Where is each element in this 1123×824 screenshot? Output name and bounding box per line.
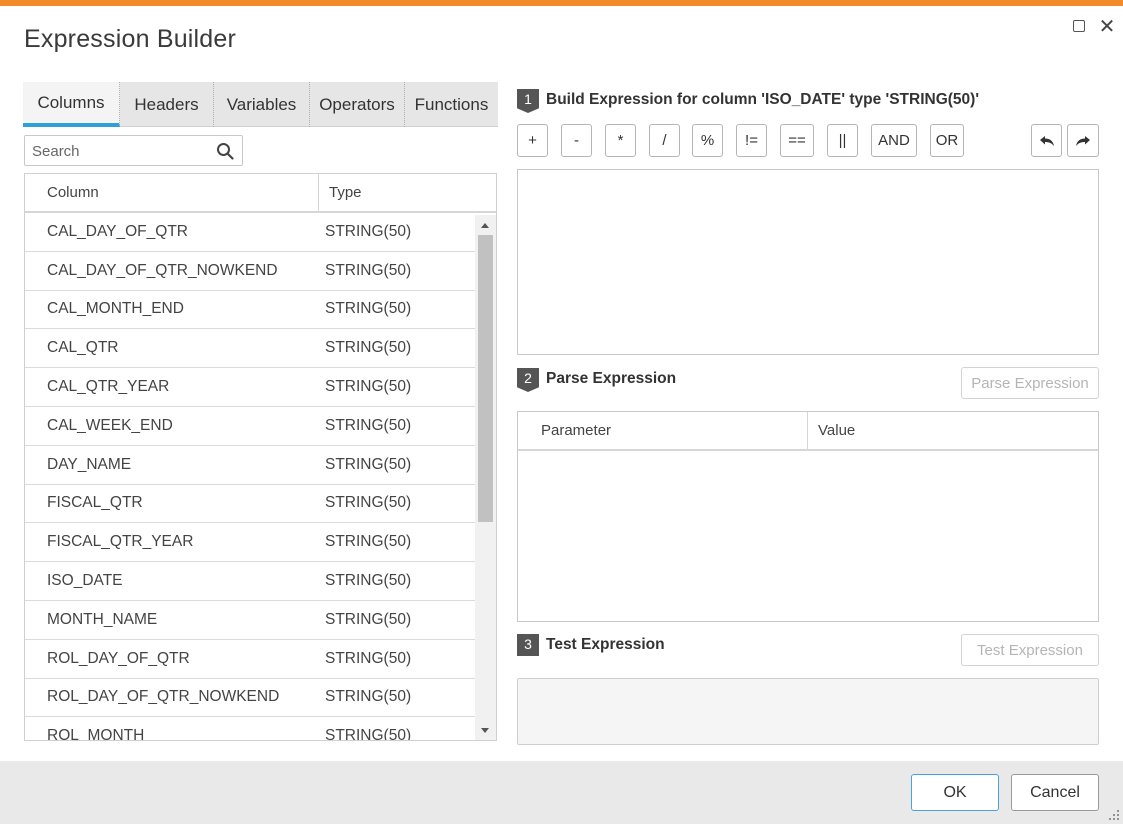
- search-icon[interactable]: [216, 142, 234, 160]
- column-name-cell: ROL_DAY_OF_QTR_NOWKEND: [47, 688, 280, 706]
- column-name-cell: DAY_NAME: [47, 455, 132, 473]
- column-header[interactable]: Column: [25, 174, 319, 211]
- step-2-label: Parse Expression: [546, 370, 677, 387]
- table-row[interactable]: ISO_DATE STRING(50): [25, 562, 476, 601]
- tab-variables[interactable]: Variables: [214, 82, 310, 127]
- column-name-cell: ISO_DATE: [47, 572, 123, 590]
- operator-concat-button[interactable]: ||: [827, 124, 858, 157]
- column-name-cell: CAL_MONTH_END: [47, 300, 184, 318]
- close-button[interactable]: ✕: [1098, 16, 1116, 38]
- column-name-cell: FISCAL_QTR: [47, 494, 143, 512]
- operator-plus-button[interactable]: +: [517, 124, 548, 157]
- maximize-button[interactable]: [1070, 17, 1088, 35]
- table-row[interactable]: CAL_MONTH_END STRING(50): [25, 291, 476, 330]
- operator-and-button[interactable]: AND: [871, 124, 917, 157]
- table-row[interactable]: ROL_DAY_OF_QTR STRING(50): [25, 640, 476, 679]
- undo-icon: [1039, 135, 1054, 146]
- search-input[interactable]: [32, 141, 212, 161]
- operator-divide-button[interactable]: /: [649, 124, 680, 157]
- grid-rows: CAL_DAY_OF_QTR STRING(50) CAL_DAY_OF_QTR_N…: [25, 213, 476, 741]
- column-type-cell: STRING(50): [325, 455, 412, 473]
- column-type-cell: STRING(50): [325, 533, 412, 551]
- column-type-cell: STRING(50): [325, 261, 412, 279]
- step-1-badge: 1: [517, 89, 539, 113]
- column-name-cell: ROL_DAY_OF_QTR: [47, 649, 190, 667]
- table-row[interactable]: ROL_MONTH STRING(50): [25, 717, 476, 741]
- grid-scrollbar[interactable]: [475, 215, 496, 740]
- column-type-cell: STRING(50): [325, 494, 412, 512]
- expression-editor[interactable]: [517, 169, 1099, 355]
- column-name-cell: CAL_DAY_OF_QTR_NOWKEND: [47, 261, 278, 279]
- left-tab-bar: Columns Headers Variables Operators Func…: [23, 82, 498, 127]
- table-row[interactable]: FISCAL_QTR_YEAR STRING(50): [25, 523, 476, 563]
- redo-button[interactable]: [1067, 124, 1099, 157]
- tab-functions[interactable]: Functions: [405, 82, 498, 127]
- tab-operators[interactable]: Operators: [310, 82, 405, 127]
- step-1-label: Build Expression for column 'ISO_DATE' t…: [546, 91, 980, 108]
- column-type-cell: STRING(50): [325, 688, 412, 706]
- table-row[interactable]: CAL_WEEK_END STRING(50): [25, 407, 476, 446]
- column-type-cell: STRING(50): [325, 649, 412, 667]
- parameter-grid: Parameter Value: [517, 411, 1099, 622]
- table-row[interactable]: ROL_DAY_OF_QTR_NOWKEND STRING(50): [25, 679, 476, 718]
- table-row[interactable]: DAY_NAME STRING(50): [25, 446, 476, 485]
- column-type-cell: STRING(50): [325, 416, 412, 434]
- table-row[interactable]: CAL_QTR_YEAR STRING(50): [25, 368, 476, 407]
- maximize-icon: [1073, 20, 1085, 32]
- test-result-area: [517, 678, 1099, 745]
- column-type-cell: STRING(50): [325, 727, 412, 741]
- parameter-header[interactable]: Parameter: [518, 412, 808, 449]
- columns-grid: Column Type CAL_DAY_OF_QTR STRING(50) CAL_…: [24, 173, 497, 741]
- close-icon: ✕: [1098, 15, 1116, 38]
- parse-expression-button[interactable]: Parse Expression: [961, 367, 1099, 399]
- ok-button[interactable]: OK: [911, 774, 999, 811]
- column-name-cell: ROL_MONTH: [47, 727, 145, 741]
- column-search: [24, 135, 243, 166]
- table-row[interactable]: CAL_DAY_OF_QTR_NOWKEND STRING(50): [25, 252, 476, 291]
- dialog-footer: OK Cancel: [0, 761, 1123, 824]
- column-type-cell: STRING(50): [325, 610, 412, 628]
- column-name-cell: CAL_QTR_YEAR: [47, 378, 170, 396]
- test-expression-button[interactable]: Test Expression: [961, 634, 1099, 666]
- column-type-cell: STRING(50): [325, 378, 412, 396]
- dialog-accent-bar: [0, 0, 1123, 6]
- tab-columns[interactable]: Columns: [23, 82, 120, 127]
- step-3-badge: 3: [517, 634, 539, 656]
- operator-minus-button[interactable]: -: [561, 124, 592, 157]
- table-row[interactable]: FISCAL_QTR STRING(50): [25, 485, 476, 524]
- undo-button[interactable]: [1031, 124, 1062, 157]
- parameter-grid-header: Parameter Value: [518, 412, 1098, 451]
- type-header[interactable]: Type: [319, 174, 362, 211]
- scroll-up-icon[interactable]: [481, 223, 489, 228]
- redo-icon: [1076, 135, 1090, 146]
- table-row[interactable]: MONTH_NAME STRING(50): [25, 601, 476, 640]
- operator-equal-button[interactable]: ==: [780, 124, 814, 157]
- column-type-cell: STRING(50): [325, 222, 412, 240]
- table-row[interactable]: CAL_QTR STRING(50): [25, 329, 476, 369]
- dialog-title: Expression Builder: [24, 25, 237, 53]
- column-name-cell: CAL_QTR: [47, 339, 119, 357]
- scroll-thumb[interactable]: [478, 235, 493, 522]
- column-name-cell: FISCAL_QTR_YEAR: [47, 533, 194, 551]
- grid-header: Column Type: [25, 174, 496, 213]
- column-name-cell: CAL_WEEK_END: [47, 416, 173, 434]
- table-row[interactable]: CAL_DAY_OF_QTR STRING(50): [25, 213, 476, 252]
- tab-headers[interactable]: Headers: [120, 82, 214, 127]
- column-type-cell: STRING(50): [325, 339, 412, 357]
- operator-modulo-button[interactable]: %: [692, 124, 723, 157]
- column-name-cell: CAL_DAY_OF_QTR: [47, 222, 188, 240]
- column-type-cell: STRING(50): [325, 572, 412, 590]
- resize-grip-icon[interactable]: [1108, 809, 1120, 821]
- column-type-cell: STRING(50): [325, 300, 412, 318]
- operator-or-button[interactable]: OR: [930, 124, 964, 157]
- cancel-button[interactable]: Cancel: [1011, 774, 1099, 811]
- operator-not-equal-button[interactable]: !=: [736, 124, 767, 157]
- step-3-label: Test Expression: [546, 636, 665, 653]
- scroll-down-icon[interactable]: [481, 728, 489, 733]
- operator-multiply-button[interactable]: *: [605, 124, 636, 157]
- value-header[interactable]: Value: [808, 412, 855, 449]
- column-name-cell: MONTH_NAME: [47, 610, 158, 628]
- step-2-badge: 2: [517, 368, 539, 392]
